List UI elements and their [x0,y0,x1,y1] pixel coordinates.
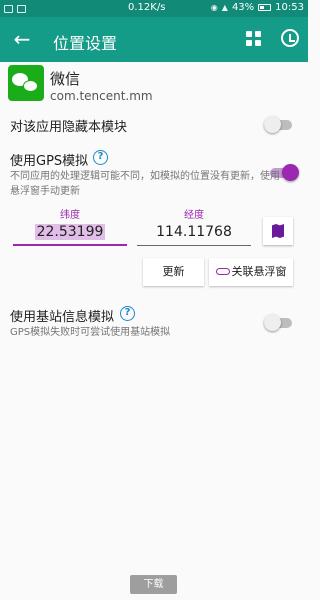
page-title: 位置设置 [53,34,118,53]
longitude-label: 经度 [184,210,204,221]
status-bar: 0.12K/s ◉ ▲ 43% 10:53 [0,0,308,17]
status-right: ◉ ▲ 43% 10:53 [211,2,304,13]
gps-label: 使用GPS模拟 [10,154,89,169]
help-icon[interactable]: ? [93,150,108,165]
gallery-notification-icon [4,4,13,13]
longitude-input[interactable]: 114.11768 [137,220,251,246]
cell-description: GPS模拟失败时可尝试使用基站模拟 [10,327,171,338]
widgets-icon[interactable] [246,31,261,46]
back-arrow-icon[interactable]: ← [10,27,34,51]
cell-label: 使用基站信息模拟 [10,310,115,325]
app-name: 微信 [50,70,81,88]
latitude-input[interactable]: 22.53199 [13,220,127,246]
notification-icon [17,4,26,13]
latitude-label: 纬度 [60,210,80,221]
battery-icon [258,4,272,11]
history-icon[interactable] [281,29,299,47]
clock: 10:53 [275,2,304,13]
link-icon [215,268,230,275]
network-speed: 0.12K/s [128,2,166,13]
app-info: 微信 com.tencent.mm [0,62,308,108]
battery-percent: 43% [231,2,255,13]
hide-module-label: 对该应用隐藏本模块 [10,120,128,135]
update-button[interactable]: 更新 [143,258,204,286]
wifi-icon: ◉ [210,3,218,12]
help-icon[interactable]: ? [120,306,135,321]
download-button[interactable]: 下载 [130,575,177,594]
app-package: com.tencent.mm [50,89,153,103]
signal-icon: ▲ [221,3,228,12]
status-left [4,4,26,13]
link-float-button[interactable]: 关联悬浮窗 [209,258,293,286]
gps-description: 不同应用的处理逻辑可能不同，如模拟的位置没有更新，使用悬浮窗手动更新 [10,171,280,197]
app-bar: ← 位置设置 [0,17,308,62]
hide-module-toggle[interactable] [264,116,292,133]
map-icon[interactable] [263,217,293,245]
wechat-logo-icon [8,65,44,101]
